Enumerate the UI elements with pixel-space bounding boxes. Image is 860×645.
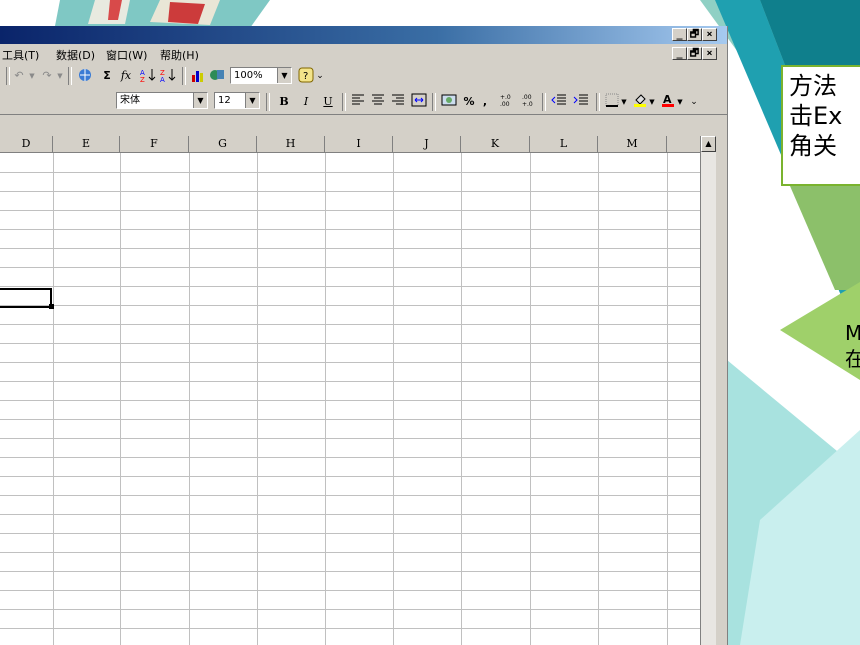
column-header-k[interactable]: K [461,136,530,153]
font-select[interactable]: 宋体 ▼ [116,92,208,109]
column-header-h[interactable]: H [257,136,325,153]
fill-handle[interactable] [49,304,54,309]
font-size-value: 12 [218,95,231,106]
vertical-scrollbar[interactable]: ▲ [700,136,716,645]
worksheet-grid[interactable]: D E F G H I J K L M [0,136,713,645]
column-header-j[interactable]: J [393,136,461,153]
fill-color-icon[interactable] [632,93,648,111]
arrow-callout-line-2: 在 [845,347,860,371]
menu-data[interactable]: 数据(D) [56,47,95,63]
decrease-decimal-icon[interactable]: .00 +.0 [520,93,538,111]
chart-wizard-icon[interactable] [190,67,206,85]
autosum-icon[interactable]: Σ [100,67,114,85]
active-cell[interactable] [0,288,52,308]
restore-button[interactable]: 🗗 [687,28,702,41]
column-header-l[interactable]: L [530,136,598,153]
column-header-e[interactable]: E [53,136,120,153]
close-button[interactable]: × [702,28,717,41]
borders-dropdown-icon[interactable]: ▼ [620,93,628,111]
arrow-callout-text: M 在 [845,320,860,372]
zoom-dropdown-icon[interactable]: ▼ [277,68,291,83]
standard-toolbar: ↶ ▼ ↷ ▼ Σ fx AZ ZA 100% ▼ ? ⌄ [0,64,727,88]
scroll-up-button[interactable]: ▲ [701,136,716,152]
zoom-value: 100% [234,70,263,81]
increase-decimal-icon[interactable]: +.0.00 [498,93,516,111]
currency-icon[interactable] [440,93,458,111]
hyperlink-icon[interactable] [76,67,94,85]
increase-indent-icon[interactable] [572,93,590,111]
doc-close-button[interactable]: × [702,47,717,60]
callout-line-1: 方法 [789,72,837,100]
callout-line-3: 角关 [789,132,837,160]
svg-text:.00: .00 [522,94,532,101]
doc-minimize-button[interactable]: _ [672,47,687,60]
font-color-icon[interactable]: A [660,93,676,111]
arrow-callout-line-1: M [845,321,860,345]
merge-center-icon[interactable] [410,93,428,111]
column-header-m[interactable]: M [598,136,667,153]
title-bar: _ 🗗 × [0,26,727,44]
align-right-icon[interactable] [390,93,406,111]
menu-window[interactable]: 窗口(W) [106,47,147,63]
column-header-g[interactable]: G [189,136,257,153]
toolbar-options-icon[interactable]: ⌄ [316,67,324,85]
decrease-indent-icon[interactable] [550,93,568,111]
underline-button[interactable]: U [320,93,336,111]
font-value: 宋体 [120,95,140,106]
align-center-icon[interactable] [370,93,386,111]
font-dropdown-icon[interactable]: ▼ [193,93,207,108]
align-left-icon[interactable] [350,93,366,111]
help-icon[interactable]: ? [298,67,314,85]
sort-descending-icon[interactable]: ZA [160,67,176,85]
comma-button[interactable]: , [480,93,490,111]
menu-help[interactable]: 帮助(H) [160,47,199,63]
function-icon[interactable]: fx [118,67,134,85]
column-header-f[interactable]: F [120,136,189,153]
drawing-icon[interactable] [208,67,226,85]
callout-text-box: 方法 击Ex 角关 [781,65,860,186]
formatting-options-icon[interactable]: ⌄ [690,93,698,111]
redo-dropdown-icon[interactable]: ▼ [56,67,64,85]
minimize-button[interactable]: _ [672,28,687,41]
menu-bar: 工具(T) 数据(D) 窗口(W) 帮助(H) _ 🗗 × [0,44,727,64]
borders-icon[interactable] [604,93,620,111]
undo-dropdown-icon[interactable]: ▼ [28,67,36,85]
doc-restore-button[interactable]: 🗗 [687,47,702,60]
svg-text:Z: Z [140,76,145,83]
italic-button[interactable]: I [298,93,314,111]
svg-text:?: ? [303,71,308,82]
excel-window: _ 🗗 × 工具(T) 数据(D) 窗口(W) 帮助(H) _ 🗗 × ↶ ▼ … [0,26,728,645]
callout-line-2: 击Ex [789,102,843,130]
font-size-dropdown-icon[interactable]: ▼ [245,93,259,108]
redo-icon[interactable]: ↷ [40,67,54,85]
menu-tools[interactable]: 工具(T) [2,47,39,63]
undo-icon[interactable]: ↶ [12,67,26,85]
column-header-i[interactable]: I [325,136,393,153]
column-header-d[interactable]: D [0,136,53,153]
column-header-n[interactable] [667,136,701,153]
svg-text:+.0: +.0 [522,101,533,107]
fill-color-dropdown-icon[interactable]: ▼ [648,93,656,111]
bold-button[interactable]: B [276,93,292,111]
svg-text:.00: .00 [500,101,510,107]
formatting-toolbar: 宋体 ▼ 12 ▼ B I U % , +.0.00 .00 +.0 ▼ ▼ A… [0,88,727,115]
zoom-select[interactable]: 100% ▼ [230,67,292,84]
font-size-select[interactable]: 12 ▼ [214,92,260,109]
svg-text:+.0: +.0 [500,94,511,101]
svg-text:A: A [160,76,165,83]
font-color-dropdown-icon[interactable]: ▼ [676,93,684,111]
sort-ascending-icon[interactable]: AZ [140,67,156,85]
percent-button[interactable]: % [462,93,476,111]
